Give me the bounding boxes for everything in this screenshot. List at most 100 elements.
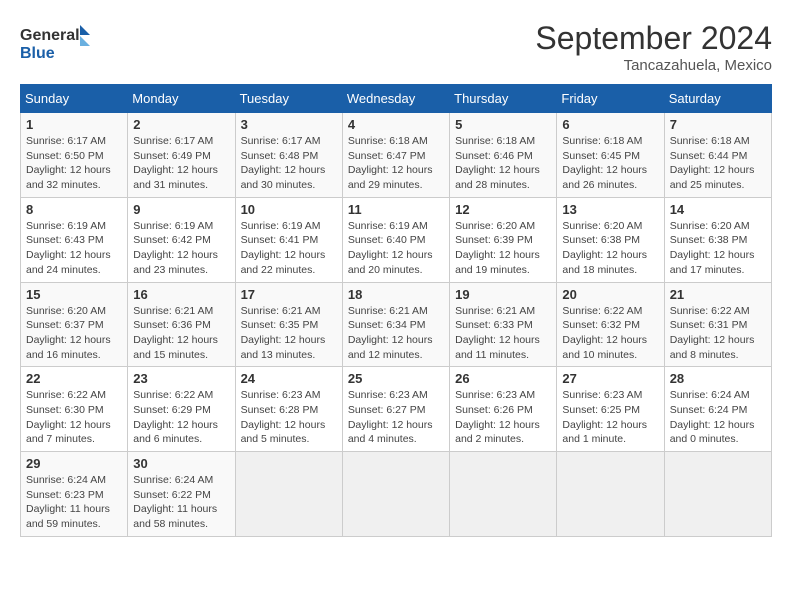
day-number: 25 <box>348 371 444 386</box>
day-number: 28 <box>670 371 766 386</box>
day-info: Sunrise: 6:17 AM Sunset: 6:48 PM Dayligh… <box>241 134 337 193</box>
day-info: Sunrise: 6:24 AM Sunset: 6:24 PM Dayligh… <box>670 388 766 447</box>
day-info: Sunrise: 6:19 AM Sunset: 6:41 PM Dayligh… <box>241 219 337 278</box>
calendar-day-cell: 11 Sunrise: 6:19 AM Sunset: 6:40 PM Dayl… <box>342 197 449 282</box>
calendar-day-cell: 22 Sunrise: 6:22 AM Sunset: 6:30 PM Dayl… <box>21 367 128 452</box>
calendar-day-cell: 13 Sunrise: 6:20 AM Sunset: 6:38 PM Dayl… <box>557 197 664 282</box>
calendar-day-cell: 21 Sunrise: 6:22 AM Sunset: 6:31 PM Dayl… <box>664 282 771 367</box>
day-number: 27 <box>562 371 658 386</box>
day-number: 19 <box>455 287 551 302</box>
calendar-day-cell: 17 Sunrise: 6:21 AM Sunset: 6:35 PM Dayl… <box>235 282 342 367</box>
col-tuesday: Tuesday <box>235 85 342 113</box>
calendar-day-cell: 16 Sunrise: 6:21 AM Sunset: 6:36 PM Dayl… <box>128 282 235 367</box>
day-number: 9 <box>133 202 229 217</box>
day-info: Sunrise: 6:23 AM Sunset: 6:26 PM Dayligh… <box>455 388 551 447</box>
day-info: Sunrise: 6:17 AM Sunset: 6:49 PM Dayligh… <box>133 134 229 193</box>
calendar-day-cell: 30 Sunrise: 6:24 AM Sunset: 6:22 PM Dayl… <box>128 452 235 537</box>
calendar-day-cell: 27 Sunrise: 6:23 AM Sunset: 6:25 PM Dayl… <box>557 367 664 452</box>
calendar-day-cell: 2 Sunrise: 6:17 AM Sunset: 6:49 PM Dayli… <box>128 113 235 198</box>
calendar-day-cell: 6 Sunrise: 6:18 AM Sunset: 6:45 PM Dayli… <box>557 113 664 198</box>
calendar-week-row: 22 Sunrise: 6:22 AM Sunset: 6:30 PM Dayl… <box>21 367 772 452</box>
calendar-day-cell: 29 Sunrise: 6:24 AM Sunset: 6:23 PM Dayl… <box>21 452 128 537</box>
day-info: Sunrise: 6:23 AM Sunset: 6:25 PM Dayligh… <box>562 388 658 447</box>
col-thursday: Thursday <box>450 85 557 113</box>
svg-text:Blue: Blue <box>20 45 55 62</box>
calendar-day-cell: 4 Sunrise: 6:18 AM Sunset: 6:47 PM Dayli… <box>342 113 449 198</box>
day-info: Sunrise: 6:20 AM Sunset: 6:38 PM Dayligh… <box>670 219 766 278</box>
day-number: 18 <box>348 287 444 302</box>
day-info: Sunrise: 6:22 AM Sunset: 6:29 PM Dayligh… <box>133 388 229 447</box>
day-info: Sunrise: 6:18 AM Sunset: 6:46 PM Dayligh… <box>455 134 551 193</box>
day-number: 26 <box>455 371 551 386</box>
day-number: 20 <box>562 287 658 302</box>
day-info: Sunrise: 6:21 AM Sunset: 6:36 PM Dayligh… <box>133 304 229 363</box>
day-number: 2 <box>133 117 229 132</box>
col-sunday: Sunday <box>21 85 128 113</box>
calendar-week-row: 1 Sunrise: 6:17 AM Sunset: 6:50 PM Dayli… <box>21 113 772 198</box>
title-area: September 2024 Tancazahuela, Mexico <box>535 20 772 74</box>
day-info: Sunrise: 6:18 AM Sunset: 6:45 PM Dayligh… <box>562 134 658 193</box>
calendar-day-cell: 9 Sunrise: 6:19 AM Sunset: 6:42 PM Dayli… <box>128 197 235 282</box>
calendar-day-cell: 5 Sunrise: 6:18 AM Sunset: 6:46 PM Dayli… <box>450 113 557 198</box>
day-number: 21 <box>670 287 766 302</box>
calendar-day-cell: 10 Sunrise: 6:19 AM Sunset: 6:41 PM Dayl… <box>235 197 342 282</box>
day-info: Sunrise: 6:23 AM Sunset: 6:28 PM Dayligh… <box>241 388 337 447</box>
calendar-table: Sunday Monday Tuesday Wednesday Thursday… <box>20 84 772 537</box>
month-title: September 2024 <box>535 20 772 57</box>
day-info: Sunrise: 6:17 AM Sunset: 6:50 PM Dayligh… <box>26 134 122 193</box>
day-number: 15 <box>26 287 122 302</box>
calendar-body: 1 Sunrise: 6:17 AM Sunset: 6:50 PM Dayli… <box>21 113 772 537</box>
day-number: 30 <box>133 456 229 471</box>
day-number: 3 <box>241 117 337 132</box>
day-info: Sunrise: 6:20 AM Sunset: 6:37 PM Dayligh… <box>26 304 122 363</box>
day-info: Sunrise: 6:22 AM Sunset: 6:31 PM Dayligh… <box>670 304 766 363</box>
calendar-day-cell: 23 Sunrise: 6:22 AM Sunset: 6:29 PM Dayl… <box>128 367 235 452</box>
day-info: Sunrise: 6:20 AM Sunset: 6:39 PM Dayligh… <box>455 219 551 278</box>
calendar-day-cell: 3 Sunrise: 6:17 AM Sunset: 6:48 PM Dayli… <box>235 113 342 198</box>
day-number: 7 <box>670 117 766 132</box>
day-info: Sunrise: 6:18 AM Sunset: 6:44 PM Dayligh… <box>670 134 766 193</box>
day-number: 6 <box>562 117 658 132</box>
calendar-day-cell: 18 Sunrise: 6:21 AM Sunset: 6:34 PM Dayl… <box>342 282 449 367</box>
day-info: Sunrise: 6:20 AM Sunset: 6:38 PM Dayligh… <box>562 219 658 278</box>
col-monday: Monday <box>128 85 235 113</box>
day-number: 4 <box>348 117 444 132</box>
day-number: 29 <box>26 456 122 471</box>
day-number: 16 <box>133 287 229 302</box>
calendar-week-row: 8 Sunrise: 6:19 AM Sunset: 6:43 PM Dayli… <box>21 197 772 282</box>
day-number: 23 <box>133 371 229 386</box>
day-info: Sunrise: 6:24 AM Sunset: 6:23 PM Dayligh… <box>26 473 122 532</box>
calendar-day-cell: 19 Sunrise: 6:21 AM Sunset: 6:33 PM Dayl… <box>450 282 557 367</box>
day-info: Sunrise: 6:19 AM Sunset: 6:43 PM Dayligh… <box>26 219 122 278</box>
calendar-day-cell <box>342 452 449 537</box>
page-header: General Blue September 2024 Tancazahuela… <box>20 20 772 74</box>
col-wednesday: Wednesday <box>342 85 449 113</box>
day-info: Sunrise: 6:21 AM Sunset: 6:35 PM Dayligh… <box>241 304 337 363</box>
calendar-day-cell: 25 Sunrise: 6:23 AM Sunset: 6:27 PM Dayl… <box>342 367 449 452</box>
calendar-header: Sunday Monday Tuesday Wednesday Thursday… <box>21 85 772 113</box>
day-info: Sunrise: 6:21 AM Sunset: 6:33 PM Dayligh… <box>455 304 551 363</box>
location-subtitle: Tancazahuela, Mexico <box>535 57 772 74</box>
day-number: 8 <box>26 202 122 217</box>
day-number: 5 <box>455 117 551 132</box>
logo-svg: General Blue <box>20 20 90 65</box>
calendar-day-cell: 1 Sunrise: 6:17 AM Sunset: 6:50 PM Dayli… <box>21 113 128 198</box>
calendar-week-row: 29 Sunrise: 6:24 AM Sunset: 6:23 PM Dayl… <box>21 452 772 537</box>
day-number: 10 <box>241 202 337 217</box>
header-row: Sunday Monday Tuesday Wednesday Thursday… <box>21 85 772 113</box>
day-info: Sunrise: 6:18 AM Sunset: 6:47 PM Dayligh… <box>348 134 444 193</box>
calendar-day-cell: 7 Sunrise: 6:18 AM Sunset: 6:44 PM Dayli… <box>664 113 771 198</box>
calendar-day-cell: 26 Sunrise: 6:23 AM Sunset: 6:26 PM Dayl… <box>450 367 557 452</box>
day-info: Sunrise: 6:19 AM Sunset: 6:40 PM Dayligh… <box>348 219 444 278</box>
svg-text:General: General <box>20 27 80 44</box>
calendar-day-cell: 14 Sunrise: 6:20 AM Sunset: 6:38 PM Dayl… <box>664 197 771 282</box>
day-number: 22 <box>26 371 122 386</box>
col-saturday: Saturday <box>664 85 771 113</box>
calendar-day-cell: 24 Sunrise: 6:23 AM Sunset: 6:28 PM Dayl… <box>235 367 342 452</box>
calendar-day-cell: 28 Sunrise: 6:24 AM Sunset: 6:24 PM Dayl… <box>664 367 771 452</box>
day-number: 17 <box>241 287 337 302</box>
calendar-day-cell: 8 Sunrise: 6:19 AM Sunset: 6:43 PM Dayli… <box>21 197 128 282</box>
calendar-day-cell: 15 Sunrise: 6:20 AM Sunset: 6:37 PM Dayl… <box>21 282 128 367</box>
day-info: Sunrise: 6:23 AM Sunset: 6:27 PM Dayligh… <box>348 388 444 447</box>
day-number: 12 <box>455 202 551 217</box>
